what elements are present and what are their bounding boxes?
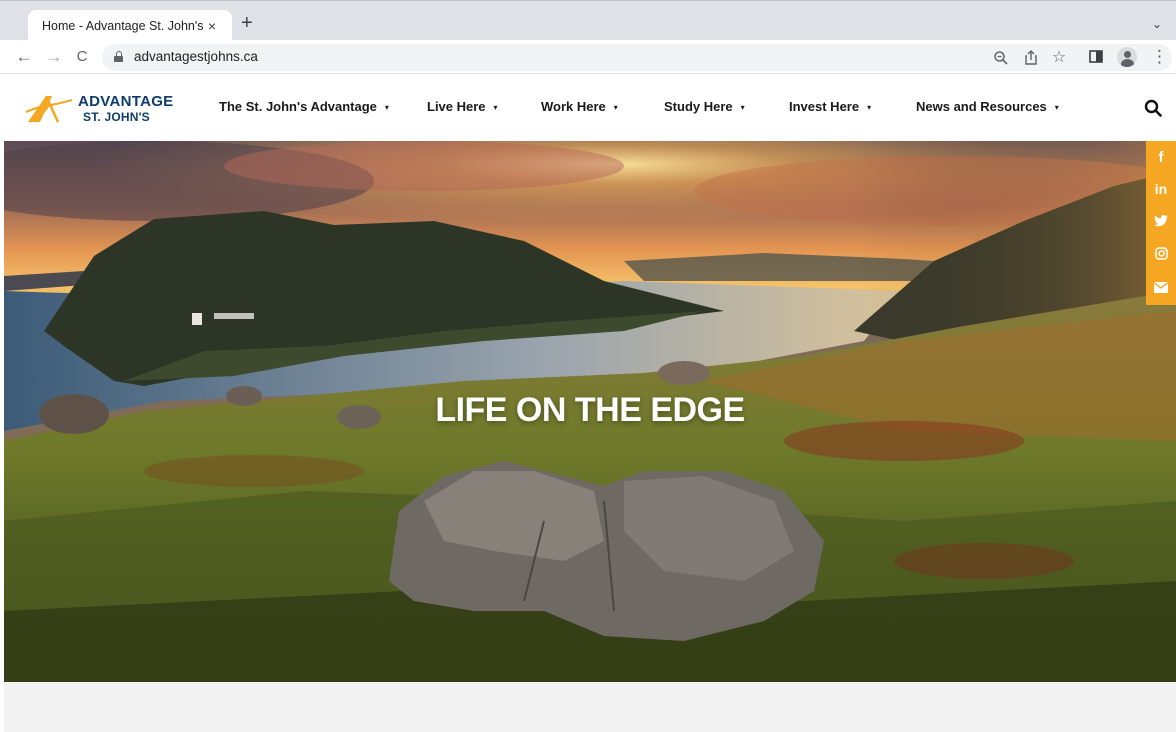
bookmark-star-icon[interactable]: ☆: [1050, 47, 1068, 67]
site-header: ADVANTAGE ST. JOHN'S The St. John's Adva…: [4, 75, 1176, 141]
browser-toolbar: ← → C advantagestjohns.ca ☆ ⋮: [0, 40, 1176, 74]
tab-close-icon[interactable]: ×: [204, 18, 220, 34]
hero-banner: LIFE ON THE EDGE: [4, 141, 1176, 682]
site-logo[interactable]: ADVANTAGE ST. JOHN'S: [26, 92, 186, 126]
url-text[interactable]: advantagestjohns.ca: [134, 49, 258, 64]
new-tab-button[interactable]: +: [241, 13, 253, 33]
chevron-down-icon: ▾: [384, 103, 389, 112]
chevron-down-icon: ▾: [613, 103, 618, 112]
twitter-icon[interactable]: [1146, 205, 1176, 237]
linkedin-icon[interactable]: in: [1146, 173, 1176, 205]
email-icon[interactable]: [1146, 271, 1176, 303]
nav-label: The St. John's Advantage: [219, 99, 377, 114]
logo-text-line2: ST. JOHN'S: [83, 110, 150, 124]
chevron-down-icon: ▾: [493, 103, 498, 112]
nav-live-here[interactable]: Live Here ▾: [427, 99, 498, 114]
facebook-icon[interactable]: f: [1146, 141, 1176, 173]
tab-title: Home - Advantage St. John's: [42, 19, 204, 33]
profile-avatar-icon[interactable]: [1117, 47, 1137, 67]
chevron-down-icon: ▾: [867, 103, 872, 112]
share-icon[interactable]: [1022, 49, 1040, 66]
zoom-icon[interactable]: [992, 50, 1010, 66]
browser-menu-icon[interactable]: ⋮: [1151, 47, 1168, 67]
search-icon[interactable]: [1144, 99, 1162, 117]
nav-label: News and Resources: [916, 99, 1047, 114]
reload-button[interactable]: C: [72, 47, 92, 67]
chevron-down-icon: ▾: [1054, 103, 1059, 112]
nav-label: Study Here: [664, 99, 733, 114]
instagram-icon[interactable]: [1146, 237, 1176, 269]
browser-tab-active[interactable]: Home - Advantage St. John's ×: [28, 10, 232, 42]
logo-text-line1: ADVANTAGE: [78, 93, 174, 110]
side-panel-icon[interactable]: [1089, 50, 1103, 63]
hero-title: LIFE ON THE EDGE: [435, 391, 745, 429]
nav-work-here[interactable]: Work Here ▾: [541, 99, 618, 114]
logo-mark-icon: [26, 95, 73, 123]
nav-label: Work Here: [541, 99, 606, 114]
browser-tabstrip: Home - Advantage St. John's × + ⌄: [0, 0, 1176, 42]
chevron-down-icon: ▾: [740, 103, 745, 112]
nav-label: Invest Here: [789, 99, 860, 114]
address-bar[interactable]: advantagestjohns.ca ☆: [102, 44, 1172, 71]
content-section: [4, 682, 1176, 732]
nav-invest-here[interactable]: Invest Here ▾: [789, 99, 871, 114]
nav-label: Live Here: [427, 99, 486, 114]
nav-study-here[interactable]: Study Here ▾: [664, 99, 745, 114]
nav-news-and-resources[interactable]: News and Resources ▾: [916, 99, 1059, 114]
social-share-bar: f in: [1146, 141, 1176, 305]
lock-icon[interactable]: [114, 51, 123, 62]
forward-button[interactable]: →: [44, 47, 64, 67]
back-button[interactable]: ←: [14, 47, 34, 67]
tab-search-icon[interactable]: ⌄: [1152, 17, 1162, 31]
nav-st-johns-advantage[interactable]: The St. John's Advantage ▾: [219, 99, 389, 114]
